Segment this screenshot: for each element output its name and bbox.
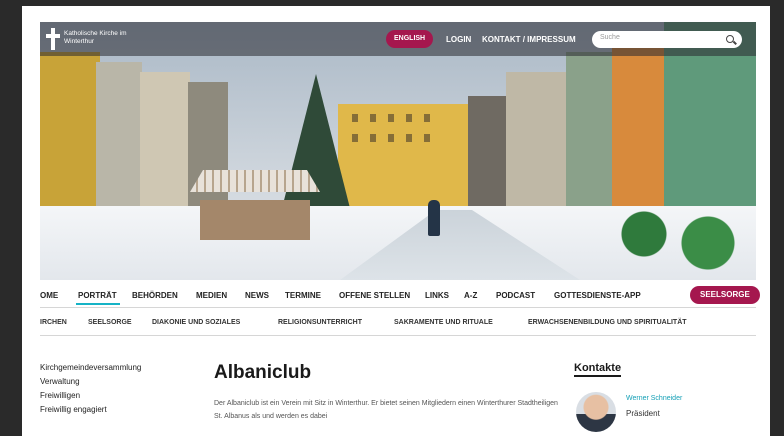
nav-item-offene-stellen[interactable]: OFFENE STELLEN <box>339 291 410 300</box>
nav-item-links[interactable]: LINKS <box>425 291 449 300</box>
sidebar-item-verwaltung[interactable]: Verwaltung <box>40 377 80 386</box>
contacts-heading: Kontakte <box>574 362 622 377</box>
plants <box>596 210 756 270</box>
subnav-item-diakonie[interactable]: DIAKONIE UND SOZIALES <box>152 319 240 326</box>
avatar <box>576 392 616 432</box>
search-input[interactable]: Suche <box>592 31 742 48</box>
person-walking <box>428 200 440 236</box>
search-icon[interactable] <box>726 35 734 43</box>
cross-logo-icon[interactable] <box>46 28 60 50</box>
subnav-item-kirchen[interactable]: IRCHEN <box>40 319 67 326</box>
subnav-item-religionsunterricht[interactable]: RELIGIONSUNTERRICHT <box>278 319 362 326</box>
seelsorge-button[interactable]: SEELSORGE <box>690 286 760 304</box>
sidebar-item-freiwillig-engagiert[interactable]: Freiwillig engagiert <box>40 405 107 414</box>
nav-item-gottesdienste-app[interactable]: GOTTESDIENSTE-APP <box>554 291 641 300</box>
sub-nav: IRCHEN SEELSORGE DIAKONIE UND SOZIALES R… <box>40 310 756 336</box>
nav-item-portrait[interactable]: PORTRÄT <box>78 291 117 300</box>
contact-role: Präsident <box>626 409 660 418</box>
subnav-item-sakramente[interactable]: SAKRAMENTE UND RITUALE <box>394 319 493 326</box>
nav-item-termine[interactable]: TERMINE <box>285 291 321 300</box>
intro-text: Der Albaniclub ist ein Verein mit Sitz i… <box>214 400 558 420</box>
hero-image <box>40 22 756 280</box>
main-nav: OME PORTRÄT BEHÖRDEN MEDIEN NEWS TERMINE… <box>40 282 760 308</box>
contact-name-link[interactable]: Werner Schneider <box>626 395 682 402</box>
brand-name[interactable]: Katholische Kirche im Winterthur <box>64 30 134 46</box>
page-title: Albaniclub <box>214 362 312 383</box>
nav-item-a-z[interactable]: A-Z <box>464 291 477 300</box>
language-button[interactable]: ENGLISH <box>386 30 434 48</box>
browser-frame: Katholische Kirche im Winterthur ENGLISH… <box>22 6 770 436</box>
login-link[interactable]: LOGIN <box>446 35 471 44</box>
nav-item-news[interactable]: NEWS <box>245 291 269 300</box>
contact-link[interactable]: KONTAKT / IMPRESSUM <box>482 35 576 44</box>
fountain-stall <box>190 170 320 240</box>
nav-item-medien[interactable]: MEDIEN <box>196 291 227 300</box>
subnav-item-seelsorge[interactable]: SEELSORGE <box>88 319 132 326</box>
nav-item-podcast[interactable]: PODCAST <box>496 291 535 300</box>
nav-item-home[interactable]: OME <box>40 291 58 300</box>
top-bar: Katholische Kirche im Winterthur ENGLISH… <box>40 22 756 56</box>
nav-item-behoerden[interactable]: BEHÖRDEN <box>132 291 178 300</box>
search-placeholder: Suche <box>600 34 620 41</box>
sidebar-item-kirchgemeindeversammlung[interactable]: Kirchgemeindeversammlung <box>40 363 141 372</box>
active-tab-indicator <box>76 303 120 305</box>
sidebar-item-freiwilligen[interactable]: Freiwilligen <box>40 391 80 400</box>
subnav-item-erwachsenenbildung[interactable]: ERWACHSENENBILDUNG UND SPIRITUALITÄT <box>528 319 687 326</box>
